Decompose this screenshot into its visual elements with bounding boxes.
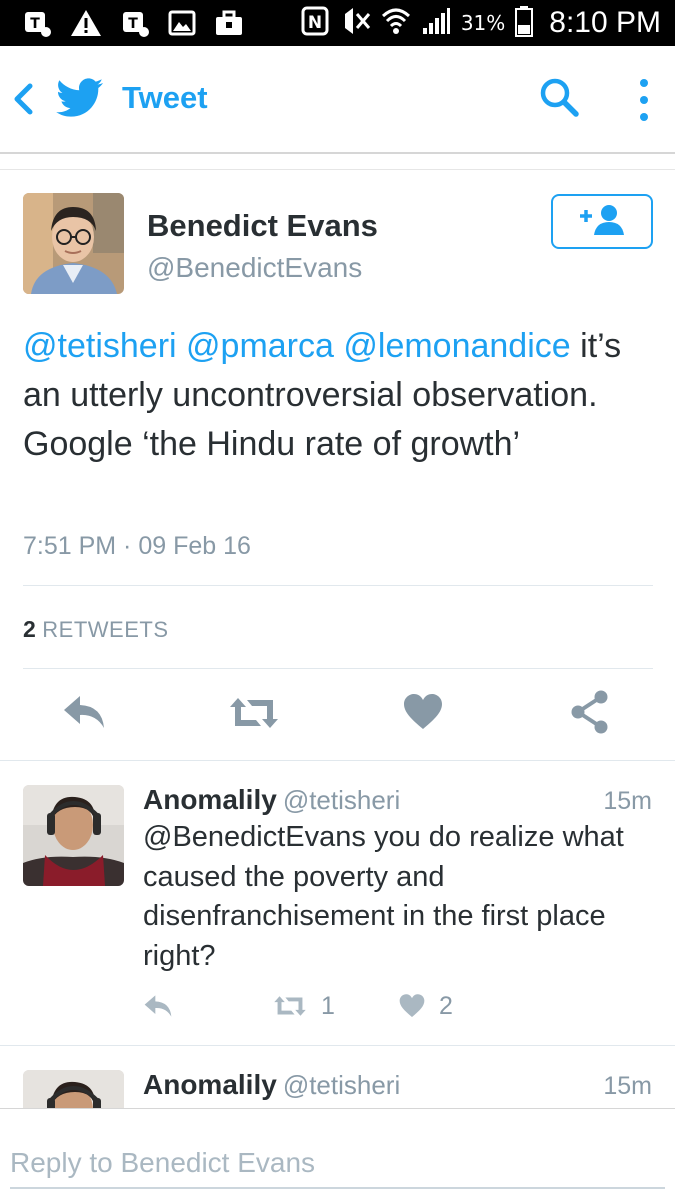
like-count: 2 [439,992,453,1020]
mention-link[interactable]: @tetisheri [23,327,177,365]
search-icon[interactable] [538,76,580,123]
tweet-actions [0,690,675,740]
avatar[interactable] [23,1070,124,1108]
image-icon [168,9,196,37]
reply-text: @BenedictEvans you do realize what cause… [143,818,653,976]
mention-link[interactable]: @pmarca [186,327,334,365]
tweet-text: @tetisheri @pmarca @lemonandice it’s an … [23,322,658,469]
reply-author-name: Anomalily [143,784,277,815]
reply-text-line: disenfranchisement in the first place [143,900,606,932]
reply-author[interactable]: Anomalily @tetisheri [143,1069,400,1101]
svg-text:T: T [30,16,40,32]
warning-icon [70,8,102,38]
heart-icon[interactable] [403,694,443,735]
reply-input[interactable] [10,1139,665,1189]
follow-user-icon [576,202,628,241]
reply-author-name: Anomalily [143,1069,277,1100]
twitter-bird-icon [56,78,104,125]
more-vertical-icon[interactable] [634,76,654,126]
reply-text-line: caused the poverty and [143,860,445,893]
divider [23,668,653,669]
battery-icon [515,5,534,42]
status-bar: T T N 31% 8:10 PM [0,0,675,46]
reply-actions: 1 2 [143,990,543,1024]
svg-text:T: T [128,16,138,32]
mention-link[interactable]: @lemonandice [343,327,570,365]
retweet-stats[interactable]: 2 RETWEETS [23,616,169,643]
reply-icon[interactable] [62,694,106,735]
avatar[interactable] [23,193,124,294]
follow-button[interactable] [551,194,653,249]
author-name[interactable]: Benedict Evans [147,208,378,244]
retweet-count: 1 [321,992,335,1020]
tmobile-icon: T [22,8,52,38]
reply-icon[interactable] [143,994,173,1023]
share-icon[interactable] [570,690,610,739]
reply-author[interactable]: Anomalily @tetisheri [143,784,400,816]
nfc-icon: N [301,6,329,41]
clock: 8:10 PM [549,6,661,39]
briefcase-icon [214,9,244,37]
avatar[interactable] [23,785,124,886]
reply-text-line: @BenedictEvans you do realize what [143,821,624,853]
page-title: Tweet [122,80,208,115]
reply-text-line: right? [143,939,216,972]
retweet-icon[interactable] [228,696,280,735]
retweet-icon[interactable] [273,994,307,1023]
reply-timestamp: 15m [603,787,652,815]
reply-author-handle: @tetisheri [282,785,401,815]
mute-icon [339,6,371,41]
chevron-left-icon[interactable] [10,82,36,116]
author-handle[interactable]: @BenedictEvans [147,252,362,284]
reply-timestamp: 15m [603,1072,652,1100]
tmobile-icon: T [120,8,150,38]
retweet-count: 2 [23,616,37,642]
retweet-label: RETWEETS [42,617,169,642]
divider [0,760,675,761]
reply-composer [0,1108,675,1200]
signal-icon [421,6,451,41]
divider [0,1045,675,1046]
divider [0,156,675,170]
reply-author-handle: @tetisheri [282,1070,401,1100]
app-bar: Tweet [0,46,675,154]
svg-text:N: N [308,13,322,33]
wifi-icon [381,6,411,41]
divider [23,585,653,586]
tweet-timestamp: 7:51 PM · 09 Feb 16 [23,532,251,560]
battery-percent: 31% [460,11,506,35]
heart-icon[interactable] [399,994,425,1023]
